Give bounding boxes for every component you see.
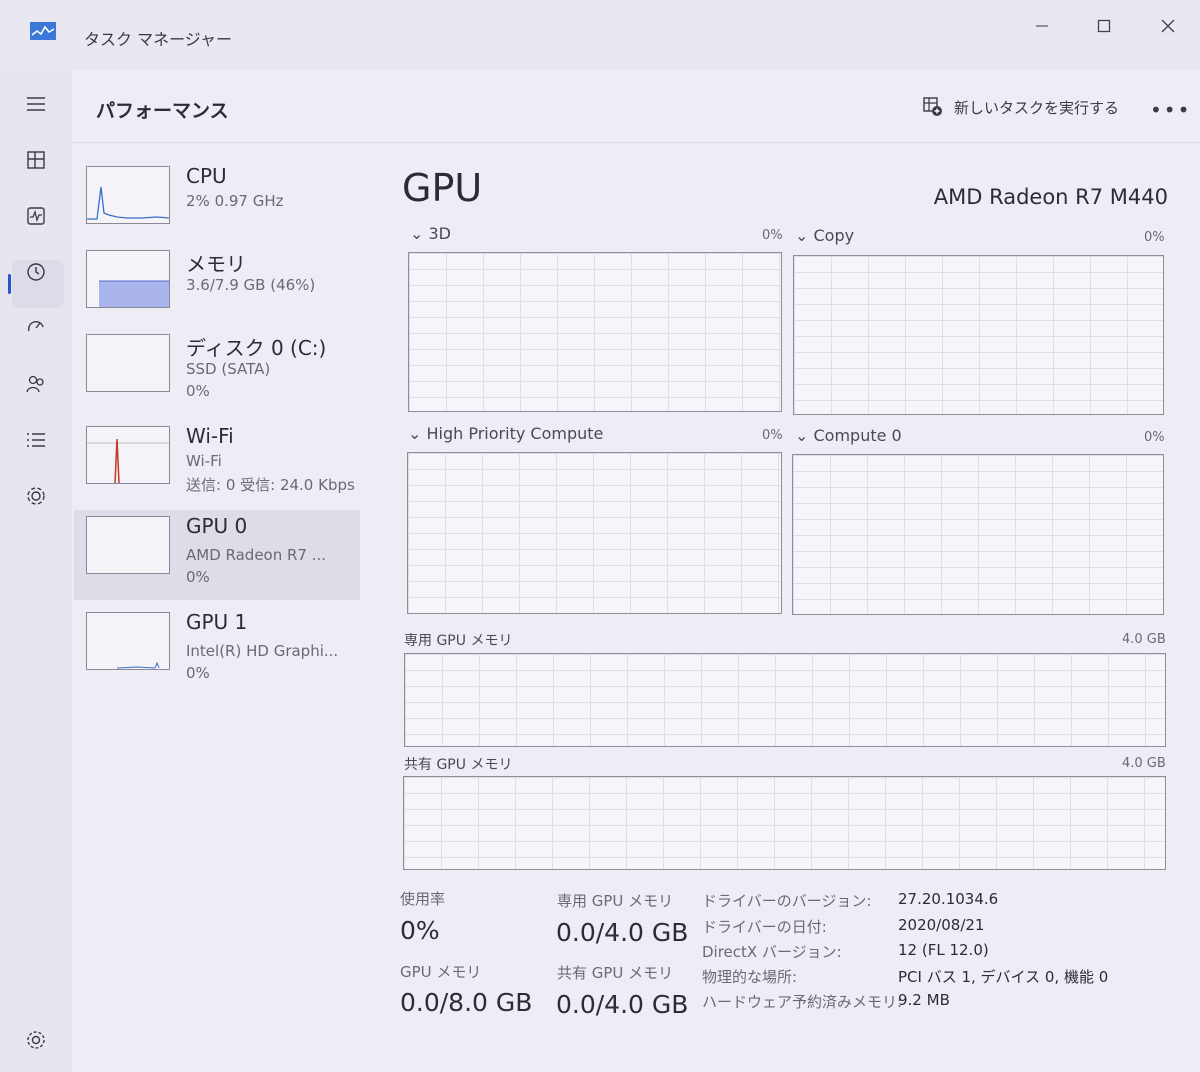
users-icon[interactable] <box>22 370 50 398</box>
more-options-button[interactable]: ••• <box>1150 98 1191 122</box>
minimize-icon <box>1036 25 1048 27</box>
chevron-down-icon: ⌄ <box>410 224 429 243</box>
device-detail: Wi-Fi <box>186 452 222 470</box>
gpu-memory-stat-value: 0.0/8.0 GB <box>400 988 533 1017</box>
nav-rail <box>0 70 72 1072</box>
performance-icon[interactable] <box>22 202 50 230</box>
shared-memory-max: 4.0 GB <box>1122 756 1166 771</box>
engine-selector-copy[interactable]: ⌄ Copy <box>795 226 854 245</box>
shared-memory-stat-label: 共有 GPU メモリ <box>557 964 674 982</box>
hamburger-menu-icon[interactable] <box>22 90 50 118</box>
close-button[interactable] <box>1148 12 1188 40</box>
engine-graph-compute0 <box>792 454 1164 615</box>
device-item-disk[interactable]: ディスク 0 (C:) SSD (SATA) 0% <box>74 328 360 418</box>
usage-label: 使用率 <box>400 890 446 908</box>
disk-thumbnail-graph <box>86 334 170 392</box>
shared-memory-label: 共有 GPU メモリ <box>404 757 513 773</box>
device-usage: 0% <box>186 664 210 682</box>
dedicated-memory-stat-value: 0.0/4.0 GB <box>556 918 689 947</box>
dedicated-memory-max: 4.0 GB <box>1122 632 1166 647</box>
page-title: パフォーマンス <box>96 100 229 122</box>
shared-memory-graph <box>403 776 1166 870</box>
reserved-memory-label: ハードウェア予約済みメモリ: <box>702 993 903 1011</box>
gpu0-thumbnail-graph <box>86 516 170 574</box>
device-name: CPU <box>186 164 227 188</box>
nav-active-indicator <box>8 274 11 294</box>
physical-location-value: PCI バス 1, デバイス 0, 機能 0 <box>898 968 1109 986</box>
wifi-thumbnail-graph <box>86 426 170 484</box>
run-new-task-button[interactable]: 新しいタスクを実行する <box>922 96 1119 118</box>
device-item-gpu0[interactable]: GPU 0 AMD Radeon R7 ... 0% <box>74 510 360 600</box>
engine-label: 3D <box>428 224 452 243</box>
device-usage: 0% <box>186 568 210 586</box>
device-item-memory[interactable]: メモリ 3.6/7.9 GB (46%) <box>74 244 360 334</box>
directx-version-value: 12 (FL 12.0) <box>898 941 989 959</box>
settings-icon[interactable] <box>22 1026 50 1054</box>
driver-version-label: ドライバーのバージョン: <box>702 892 872 910</box>
device-usage: 0% <box>186 382 210 400</box>
engine-selector-3d[interactable]: ⌄ 3D <box>410 224 451 243</box>
device-name: メモリ <box>186 252 246 276</box>
dedicated-memory-graph <box>404 653 1166 747</box>
app-history-icon[interactable] <box>22 258 50 286</box>
engine-selector-compute0[interactable]: ⌄ Compute 0 <box>795 426 902 445</box>
engine-graph-3d <box>408 252 782 412</box>
device-name: Wi-Fi <box>186 424 234 448</box>
device-detail: 2% 0.97 GHz <box>186 192 284 210</box>
device-throughput: 送信: 0 受信: 24.0 Kbps <box>186 476 355 494</box>
window-title: タスク マネージャー <box>84 30 232 49</box>
details-icon[interactable] <box>22 426 50 454</box>
directx-version-label: DirectX バージョン: <box>702 943 842 961</box>
driver-date-label: ドライバーの日付: <box>702 918 827 936</box>
engine-selector-high-priority-compute[interactable]: ⌄ High Priority Compute <box>408 424 603 443</box>
dedicated-memory-stat-label: 専用 GPU メモリ <box>557 892 674 910</box>
engine-percent: 0% <box>1144 430 1165 445</box>
cpu-thumbnail-graph <box>86 166 170 224</box>
driver-version-value: 27.20.1034.6 <box>898 890 999 908</box>
memory-thumbnail-graph <box>86 250 170 308</box>
close-icon <box>1161 19 1175 33</box>
device-name: ディスク 0 (C:) <box>186 336 327 360</box>
engine-label: Compute 0 <box>813 426 902 445</box>
physical-location-label: 物理的な場所: <box>702 968 798 986</box>
gpu-model-name: AMD Radeon R7 M440 <box>933 185 1168 209</box>
engine-label: Copy <box>813 226 855 245</box>
device-detail: AMD Radeon R7 ... <box>186 546 327 564</box>
startup-apps-icon[interactable] <box>22 314 50 342</box>
chevron-down-icon: ⌄ <box>408 424 427 443</box>
engine-percent: 0% <box>762 228 783 243</box>
engine-graph-copy <box>793 255 1164 415</box>
run-task-label: 新しいタスクを実行する <box>954 98 1120 117</box>
gpu-heading: GPU <box>402 166 483 210</box>
engine-percent: 0% <box>1144 230 1165 245</box>
minimize-button[interactable] <box>1022 12 1062 40</box>
engine-percent: 0% <box>762 428 783 443</box>
run-task-icon <box>923 97 942 116</box>
maximize-icon <box>1097 19 1111 33</box>
task-manager-app-icon <box>30 22 56 40</box>
maximize-button[interactable] <box>1084 12 1124 40</box>
services-icon[interactable] <box>22 482 50 510</box>
reserved-memory-value: 9.2 MB <box>898 991 950 1009</box>
device-name: GPU 1 <box>186 610 248 634</box>
processes-icon[interactable] <box>22 146 50 174</box>
chevron-down-icon: ⌄ <box>795 426 814 445</box>
device-item-wifi[interactable]: Wi-Fi Wi-Fi 送信: 0 受信: 24.0 Kbps <box>74 420 360 510</box>
gpu-memory-stat-label: GPU メモリ <box>400 963 482 981</box>
device-detail: Intel(R) HD Graphi... <box>186 642 339 660</box>
device-name: GPU 0 <box>186 514 248 538</box>
title-bar: タスク マネージャー <box>0 0 1200 70</box>
engine-graph-high-priority-compute <box>407 452 782 614</box>
dedicated-memory-label: 専用 GPU メモリ <box>404 633 513 649</box>
chevron-down-icon: ⌄ <box>795 226 814 245</box>
device-detail: SSD (SATA) <box>186 360 271 378</box>
device-detail: 3.6/7.9 GB (46%) <box>186 276 316 294</box>
usage-value: 0% <box>400 916 440 945</box>
driver-date-value: 2020/08/21 <box>898 916 985 934</box>
engine-label: High Priority Compute <box>426 424 604 443</box>
shared-memory-stat-value: 0.0/4.0 GB <box>556 990 689 1019</box>
gpu1-thumbnail-graph <box>86 612 170 670</box>
device-item-gpu1[interactable]: GPU 1 Intel(R) HD Graphi... 0% <box>74 606 360 696</box>
device-item-cpu[interactable]: CPU 2% 0.97 GHz <box>74 160 360 250</box>
